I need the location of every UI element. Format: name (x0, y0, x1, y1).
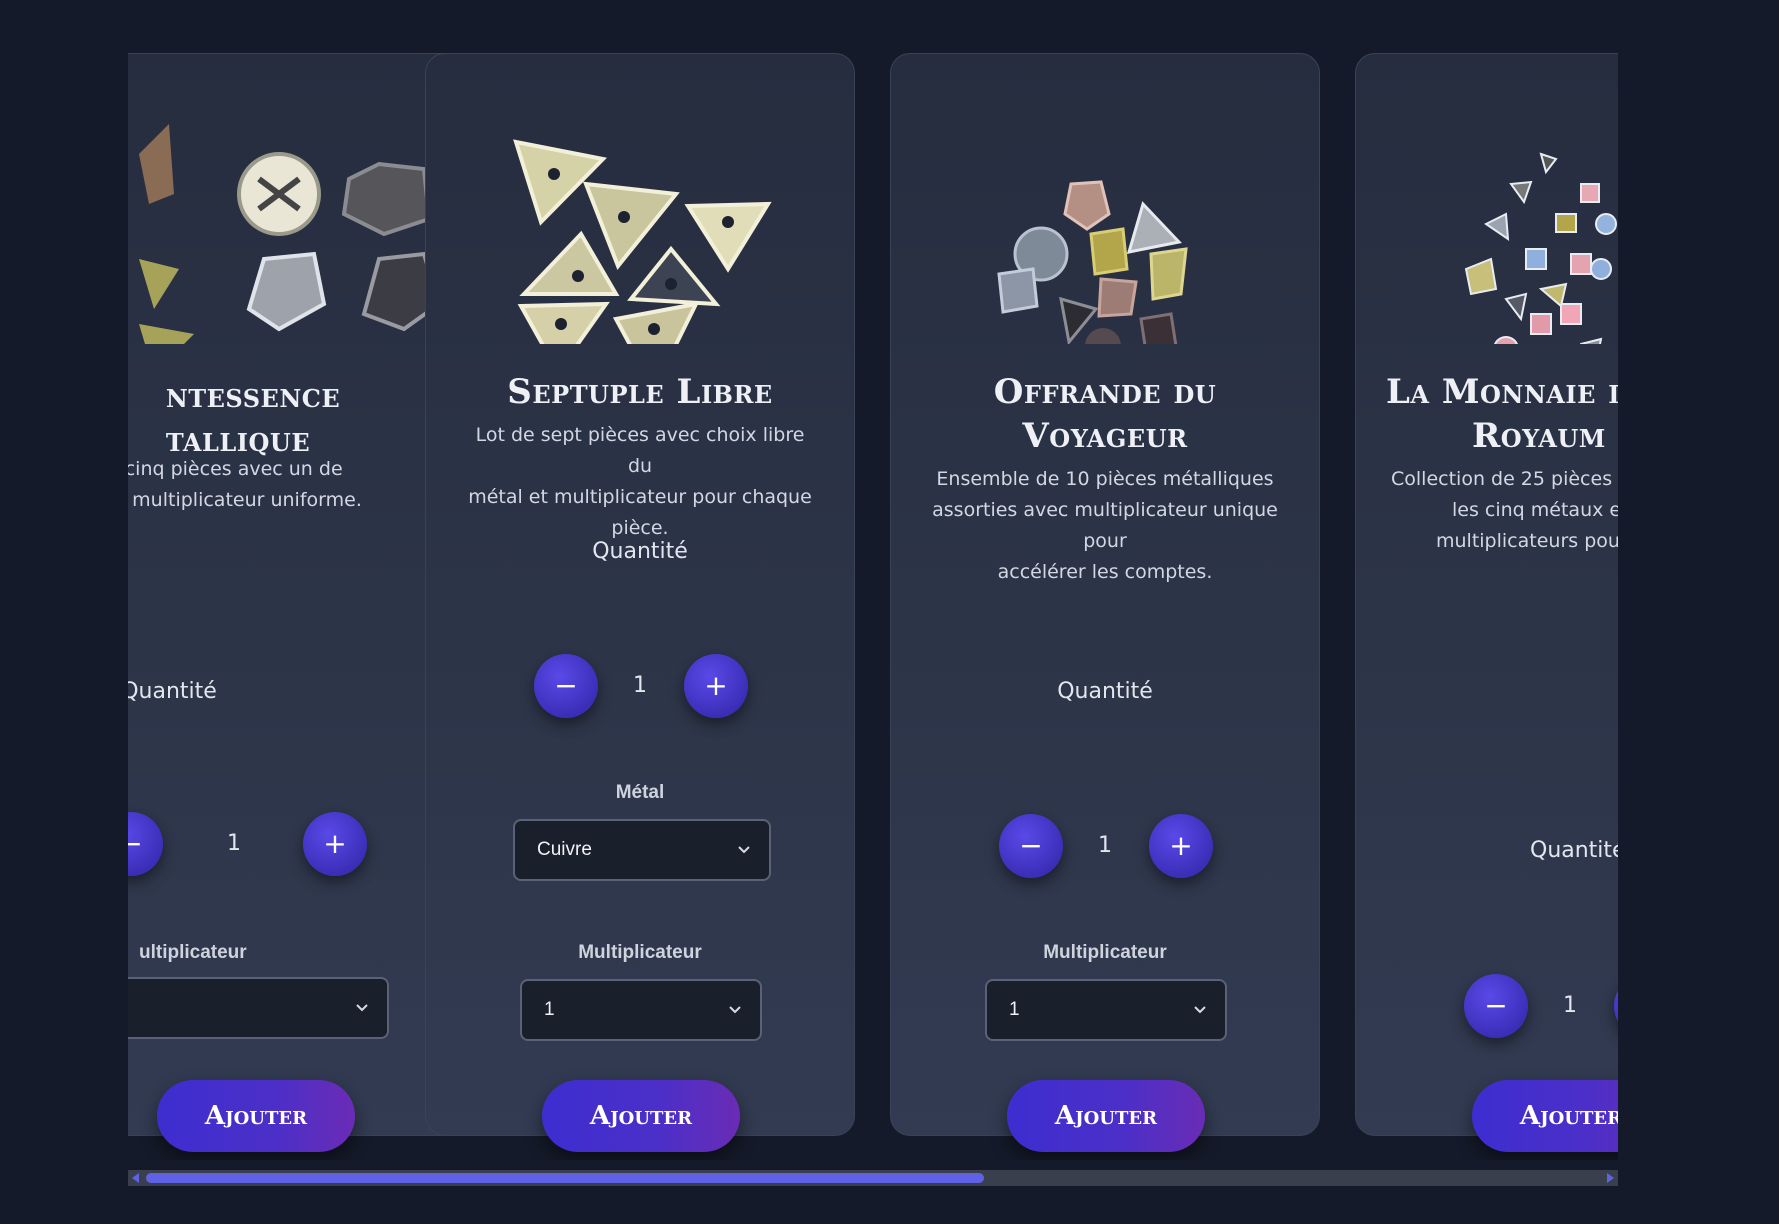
quantity-label: Quantité (1057, 679, 1153, 704)
quantity-value: 1 (633, 673, 647, 698)
increase-button[interactable] (1614, 974, 1618, 1038)
quantity-value: 1 (1563, 993, 1577, 1018)
decrease-button[interactable]: − (1464, 974, 1528, 1038)
product-carousel[interactable]: ntessence tallique e cinq pièces avec un… (128, 0, 1618, 1160)
decrease-button[interactable]: − (534, 654, 598, 718)
multiplier-select[interactable]: 1 (985, 979, 1227, 1041)
scroll-right-arrow-icon[interactable] (1607, 1173, 1614, 1183)
quantity-stepper: − 1 + (891, 814, 1319, 880)
quantity-label: Quantité (1530, 838, 1618, 863)
multiplier-select[interactable] (128, 977, 389, 1039)
product-title: Septuple Libre (507, 372, 773, 412)
chevron-down-icon (356, 1004, 368, 1012)
quantity-stepper: − 1 + (426, 654, 854, 720)
multiplier-label: Multiplicateur (578, 942, 702, 963)
multiplier-label: Multiplicateur (1043, 942, 1167, 963)
decrease-button[interactable]: − (999, 814, 1063, 878)
decrease-button[interactable]: − (128, 812, 163, 876)
add-to-cart-button[interactable]: Ajouter (1007, 1080, 1205, 1152)
chevron-down-icon (729, 1006, 741, 1014)
quantity-label: Quantité (128, 679, 217, 704)
coin-pile-image (997, 180, 1188, 344)
metal-label: Métal (615, 782, 665, 803)
product-card-la-monnaie-du-royaume: La Monnaie d Royaum Collection de 25 piè… (1355, 53, 1618, 1152)
chevron-down-icon (1194, 1006, 1206, 1014)
product-title: Offrande du Voyageur (993, 372, 1217, 456)
coin-pile-image (513, 139, 772, 344)
quantity-stepper: − 1 (1356, 974, 1618, 1040)
quantity-value: 1 (1098, 833, 1112, 858)
product-description: Lot de sept pièces avec choix libre du m… (468, 424, 812, 539)
product-description: Ensemble de 10 pièces métalliques assort… (932, 468, 1278, 583)
scrollbar-thumb[interactable] (146, 1173, 984, 1183)
multiplier-label: ultiplicateur (139, 942, 247, 963)
quantity-value: 1 (227, 831, 241, 856)
product-title: La Monnaie d Royaum (1386, 372, 1618, 456)
scroll-left-arrow-icon[interactable] (132, 1173, 139, 1183)
chevron-down-icon (738, 846, 750, 854)
add-to-cart-button[interactable]: Ajouter (157, 1080, 355, 1152)
metal-select[interactable]: Cuivre (513, 819, 771, 881)
multiplier-select[interactable]: 1 (520, 979, 762, 1041)
product-description: e cinq pièces avec un de et multiplicate… (128, 458, 362, 511)
coin-pile-image (1464, 152, 1617, 344)
product-card-septuple-libre: Septuple Libre Lot de sept pièces avec c… (425, 53, 855, 1152)
product-card-offrande-du-voyageur: Offrande du Voyageur Ensemble de 10 pièc… (890, 53, 1320, 1152)
increase-button[interactable]: + (1149, 814, 1213, 878)
add-to-cart-button[interactable]: Ajouter (542, 1080, 740, 1152)
increase-button[interactable]: + (684, 654, 748, 718)
increase-button[interactable]: + (303, 812, 367, 876)
quantity-label: Quantité (592, 539, 688, 564)
add-to-cart-button[interactable]: Ajouter (1472, 1080, 1618, 1152)
horizontal-scrollbar[interactable] (128, 1170, 1618, 1186)
product-description: Collection de 25 pièces un les cinq méta… (1391, 468, 1618, 552)
